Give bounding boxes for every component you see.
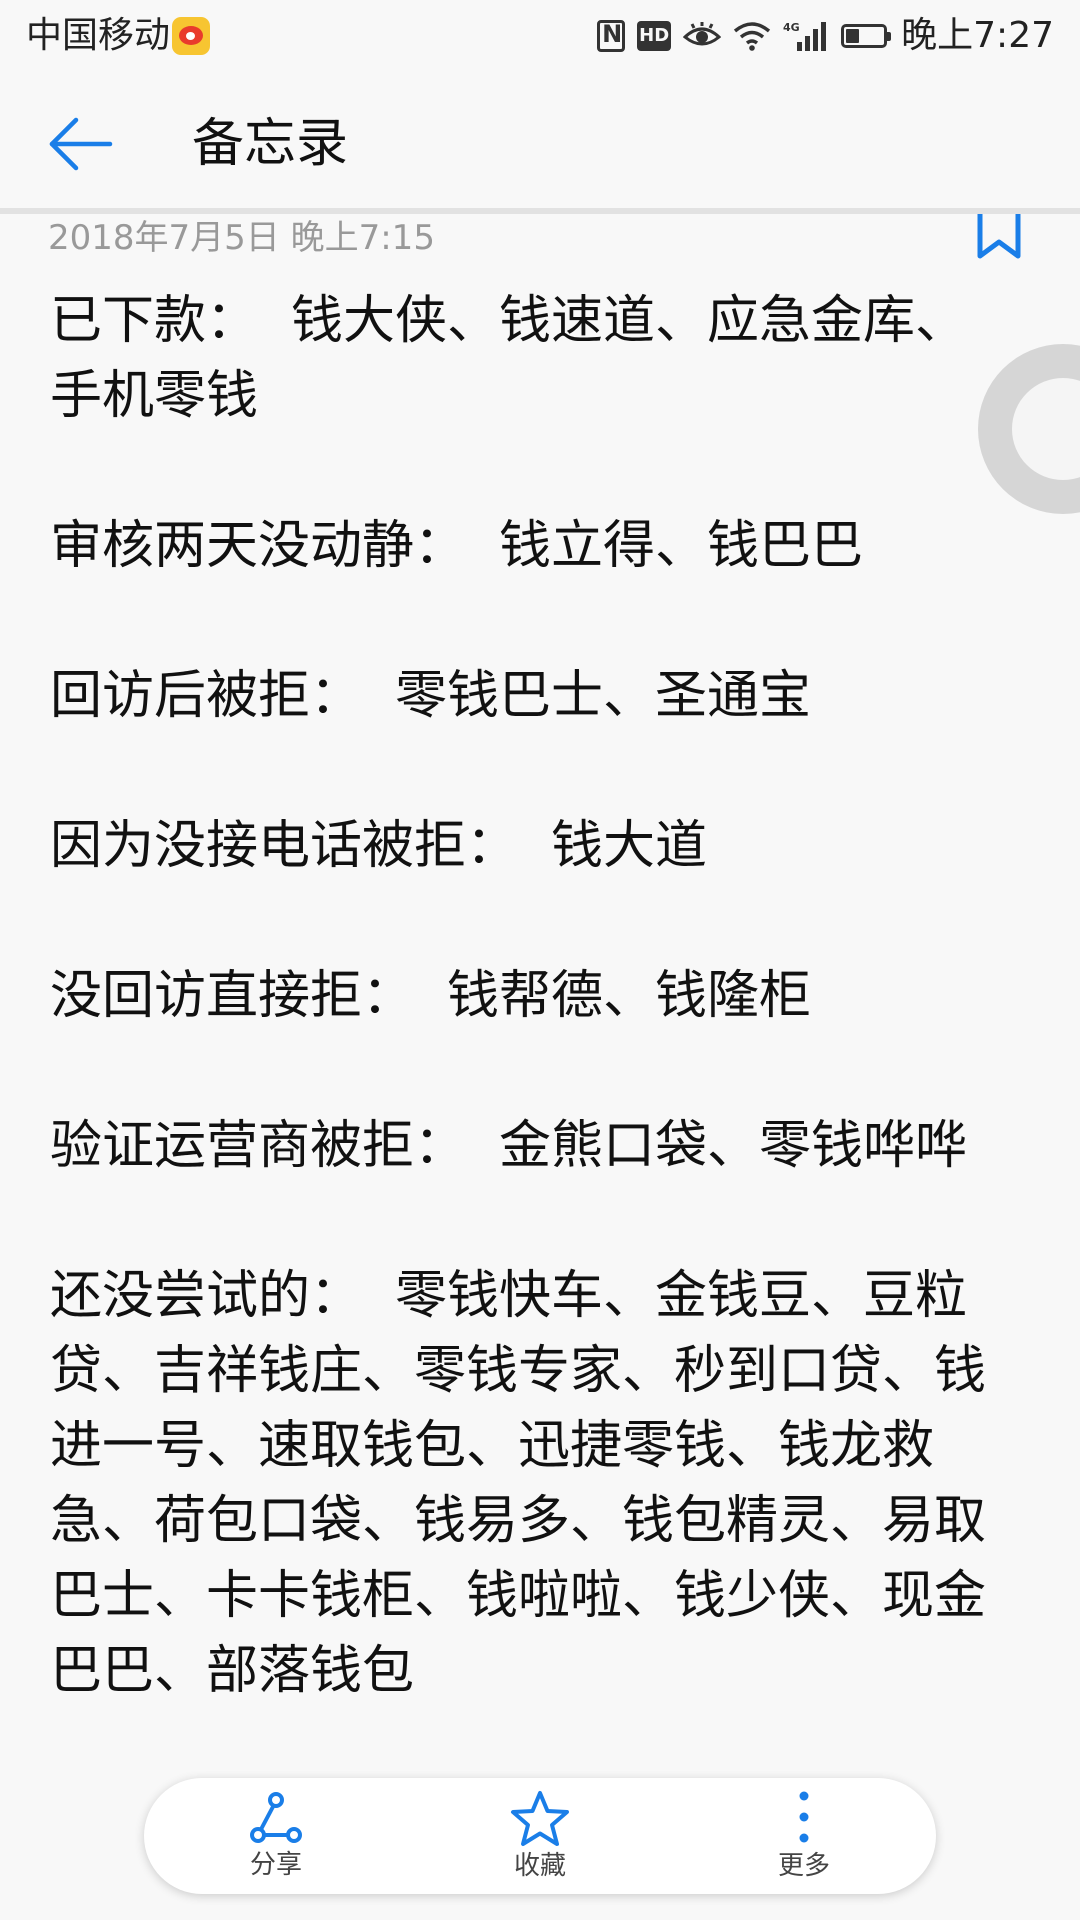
note-paragraph-rejected-missed-call: 因为没接电话被拒： 钱大道 — [50, 816, 708, 876]
note-paragraph-pending-review: 审核两天没动静： 钱立得、钱巴巴 — [50, 516, 864, 576]
share-button[interactable]: 分享 — [186, 1781, 366, 1891]
note-paragraph-not-yet-tried: 还没尝试的： 零钱快车、金钱豆、豆粒贷、吉祥钱庄、零钱专家、秒到口贷、钱进一号、… — [50, 1266, 987, 1701]
more-button[interactable]: 更多 — [714, 1781, 894, 1891]
note-content[interactable]: 2018年7月5日 晚上7:15 已下款： 钱大侠、钱速道、应急金库、手机零钱 … — [0, 214, 1080, 1774]
status-time: 晚上7:27 — [901, 15, 1054, 56]
back-button[interactable] — [40, 104, 120, 184]
hd-icon: HD — [637, 21, 672, 51]
status-icons: HD 4G — [585, 14, 1054, 58]
memo-screen: 中国移动 HD — [0, 0, 1080, 1920]
note-paragraph-rejected-carrier-verify: 验证运营商被拒： 金熊口袋、零钱哗哗 — [50, 1116, 968, 1176]
share-label: 分享 — [249, 1850, 302, 1880]
favorite-label: 收藏 — [513, 1851, 566, 1881]
battery-icon — [841, 24, 892, 48]
carrier-name: 中国移动 — [26, 15, 171, 56]
bookmark-button[interactable] — [976, 214, 1022, 260]
star-icon — [511, 1791, 569, 1846]
note-paragraph-rejected-no-callback: 没回访直接拒： 钱帮德、钱隆柜 — [50, 966, 812, 1026]
network-type-label: 4G — [783, 21, 800, 34]
more-vertical-icon — [799, 1791, 809, 1843]
eye-comfort-icon — [683, 21, 722, 51]
status-bar: 中国移动 HD — [0, 0, 1080, 72]
nfc-icon — [597, 20, 626, 52]
arrow-left-icon — [49, 117, 113, 171]
note-body[interactable]: 已下款： 钱大侠、钱速道、应急金库、手机零钱 审核两天没动静： 钱立得、钱巴巴 … — [50, 284, 1010, 1774]
more-label: 更多 — [777, 1851, 830, 1881]
page-title: 备忘录 — [192, 114, 349, 174]
bookmark-icon — [977, 214, 1021, 259]
weibo-notification-icon — [172, 17, 210, 55]
note-paragraph-rejected-after-callback: 回访后被拒： 零钱巴士、圣通宝 — [50, 666, 812, 726]
title-bar: 备忘录 — [0, 72, 1080, 210]
battery-level-fill — [846, 29, 860, 43]
bottom-action-bar: 分享 收藏 更多 — [144, 1778, 936, 1894]
favorite-button[interactable]: 收藏 — [450, 1781, 630, 1891]
wifi-icon — [733, 21, 771, 51]
share-icon — [250, 1792, 302, 1843]
note-date: 2018年7月5日 晚上7:15 — [48, 218, 435, 258]
cellular-signal-icon: 4G — [783, 20, 829, 52]
note-paragraph-downloaded: 已下款： 钱大侠、钱速道、应急金库、手机零钱 — [50, 291, 968, 426]
